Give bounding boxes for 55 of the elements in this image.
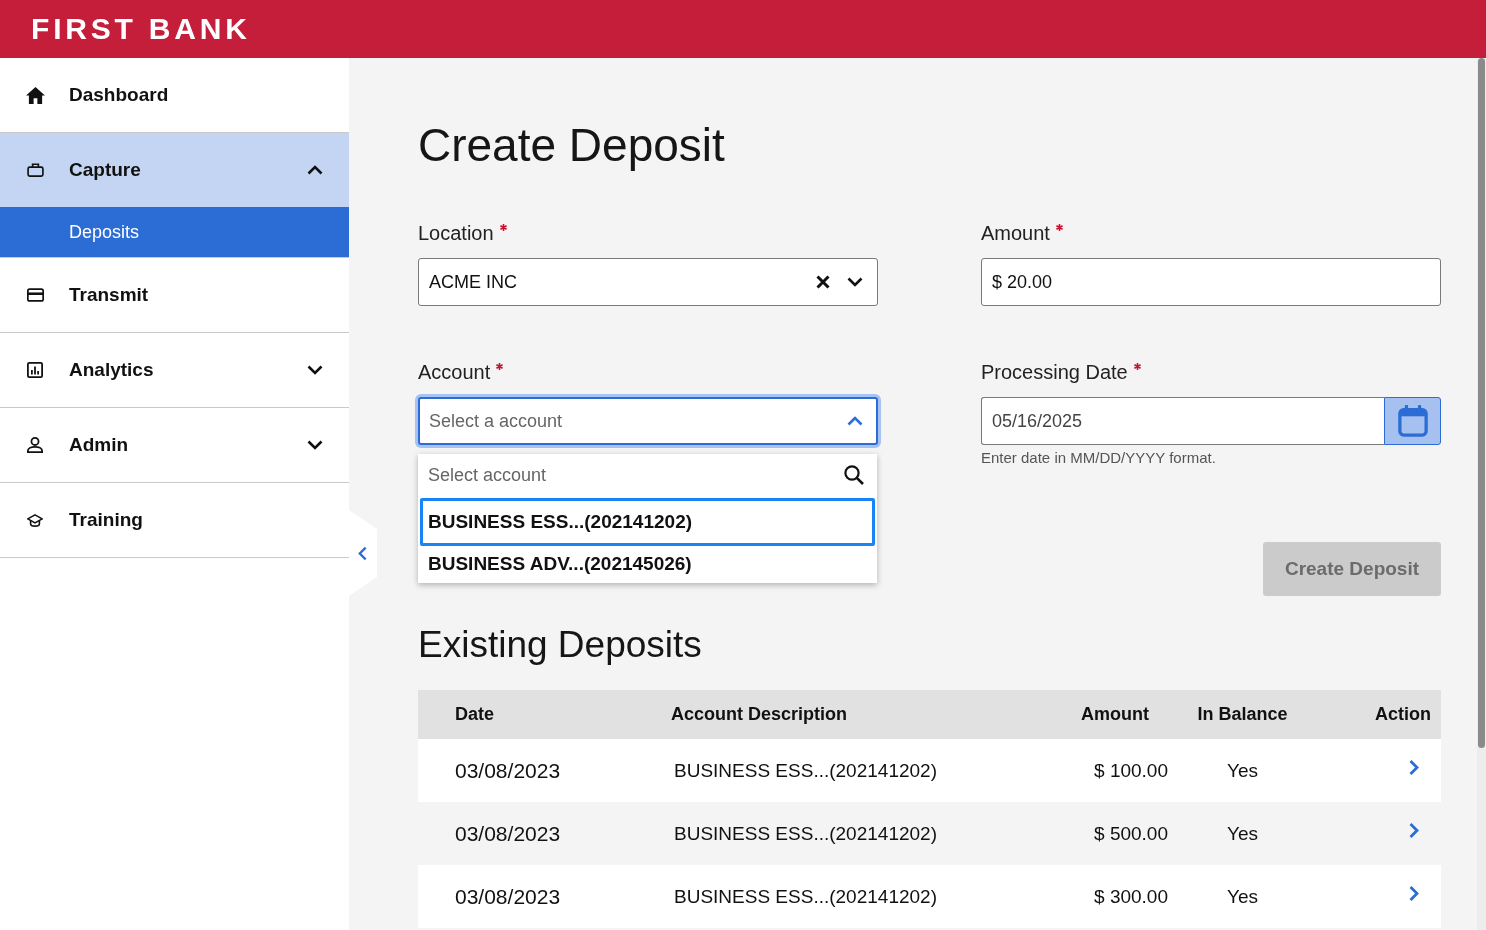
sidebar-subitem[interactable]: Deposits [0, 207, 349, 257]
table-cell: 03/08/2023 [455, 758, 561, 783]
field-label: Location [418, 222, 494, 244]
card-icon [26, 288, 44, 302]
section-title: Existing Deposits [418, 623, 703, 667]
calendar-button[interactable] [1384, 397, 1441, 445]
field-label: Amount [981, 222, 1050, 244]
dropdown-option[interactable]: BUSINESS ESS...(202141202) [420, 498, 875, 546]
graduation-cap-icon [27, 513, 43, 527]
table-cell: Yes [1227, 759, 1258, 782]
calendar-icon [1397, 405, 1428, 437]
table-cell: BUSINESS ESS...(202141202) [674, 822, 937, 845]
sidebar-item[interactable]: Dashboard [0, 58, 349, 132]
sidebar-item[interactable]: Admin [0, 408, 349, 482]
search-icon[interactable] [844, 465, 864, 485]
sidebar-item[interactable]: Capture [0, 133, 349, 207]
table-cell: 03/08/2023 [455, 821, 561, 846]
chevron-right-icon[interactable] [1409, 759, 1419, 776]
chevron-left-icon [358, 545, 367, 561]
column-header: In Balance [1197, 704, 1288, 725]
field-label: Processing Date [981, 361, 1128, 383]
briefcase-icon [26, 163, 44, 177]
field-hint: Enter date in MM/DD/YYYY format. [981, 449, 1217, 467]
table-cell: Yes [1227, 822, 1258, 845]
table-cell: BUSINESS ESS...(202141202) [674, 885, 937, 908]
field-label: Account [418, 361, 491, 383]
select-field[interactable]: Select a account [418, 397, 878, 445]
column-header: Action [1375, 704, 1431, 725]
column-header: Account Description [671, 704, 848, 725]
search-field[interactable]: Select account [418, 454, 877, 496]
scrollbar-thumb[interactable] [1478, 58, 1485, 748]
table-cell: $ 100.00 [1094, 759, 1168, 782]
table-cell: $ 500.00 [1094, 822, 1168, 845]
bar-chart-icon [27, 362, 43, 378]
chevron-right-icon[interactable] [1409, 822, 1419, 839]
person-icon [27, 437, 43, 453]
bank-logo: FIRST BANK [31, 12, 251, 46]
table-cell: 03/08/2023 [455, 884, 561, 909]
dropdown-option[interactable]: BUSINESS ADV...(202145026) [418, 546, 877, 582]
column-header: Amount [1081, 704, 1149, 725]
sidebar-item[interactable]: Transmit [0, 258, 349, 332]
sidebar-item[interactable]: Analytics [0, 333, 349, 407]
select-field[interactable]: ACME INC [418, 258, 878, 306]
dropdown-menu[interactable]: Select account BUSINESS ESS...(202141202) BUSINESS ADV...(202145026) [418, 454, 877, 583]
table-cell: $ 300.00 [1094, 885, 1168, 908]
close-icon[interactable] [816, 275, 830, 289]
input-field[interactable]: $ 20.00 [981, 258, 1441, 306]
home-icon [25, 86, 45, 104]
sidebar-item[interactable]: Training [0, 483, 349, 557]
page-title: Create Deposit [418, 118, 726, 173]
table-cell: Yes [1227, 885, 1258, 908]
column-header: Date [455, 704, 494, 725]
table-cell: BUSINESS ESS...(202141202) [674, 759, 937, 782]
date-field[interactable]: 05/16/2025 [981, 397, 1384, 445]
chevron-right-icon[interactable] [1409, 885, 1419, 902]
